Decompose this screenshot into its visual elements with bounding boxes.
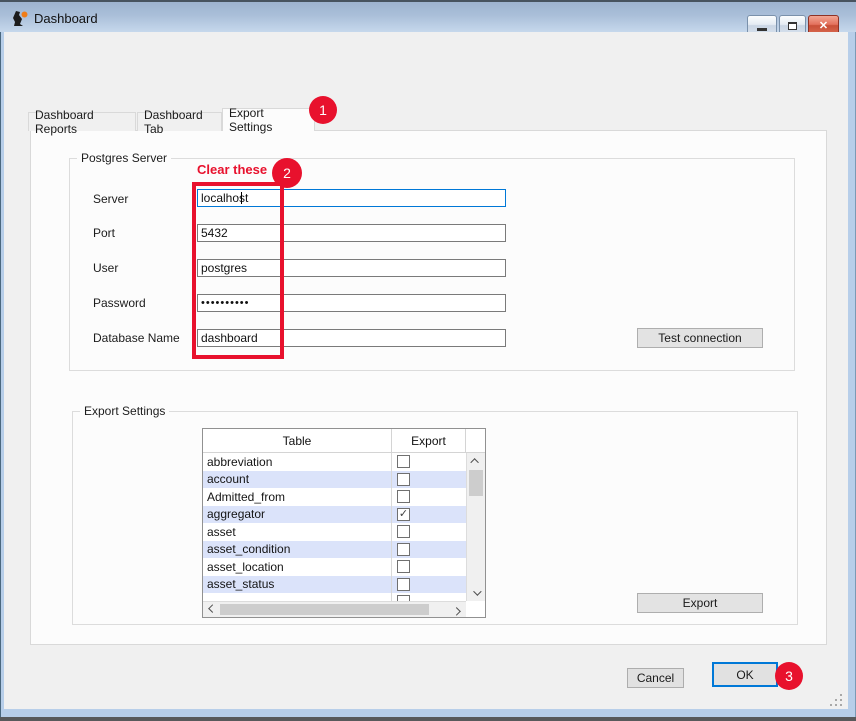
scroll-left-icon[interactable]	[203, 602, 219, 617]
export-checkbox[interactable]	[397, 525, 410, 538]
resize-grip[interactable]	[830, 694, 843, 707]
table-row[interactable]: account	[203, 471, 466, 489]
table-row[interactable]: asset_condition	[203, 541, 466, 559]
export-cell	[392, 576, 466, 594]
export-checkbox[interactable]	[397, 490, 410, 503]
table-name-cell: asset_condition	[203, 541, 392, 559]
cancel-button[interactable]: Cancel	[627, 668, 684, 688]
horizontal-scroll-thumb[interactable]	[220, 604, 429, 615]
table-name-cell: asset	[203, 523, 392, 541]
title-bar[interactable]: Dashboard ✕	[0, 0, 856, 32]
vertical-scroll-thumb[interactable]	[469, 470, 483, 496]
grid-header: Table Export	[203, 429, 485, 453]
scroll-right-icon[interactable]	[450, 602, 466, 617]
export-cell	[392, 453, 466, 471]
window-title: Dashboard	[34, 11, 98, 26]
annotation-step-2: 2	[272, 158, 302, 188]
table-row[interactable]: asset_location	[203, 558, 466, 576]
vertical-scrollbar[interactable]	[466, 453, 485, 601]
table-body: abbreviationaccountAdmitted_fromaggregat…	[203, 453, 466, 601]
tables-grid: Table Export abbreviationaccountAdmitted…	[202, 428, 486, 618]
table-name-cell: Admitted_from	[203, 488, 392, 506]
export-cell	[392, 471, 466, 489]
group-title: Postgres Server	[77, 151, 171, 165]
table-row[interactable]: asset_status	[203, 576, 466, 594]
horizontal-scrollbar[interactable]	[203, 601, 466, 617]
table-name-cell: abbreviation	[203, 453, 392, 471]
export-cell	[392, 541, 466, 559]
window-bottom-edge	[0, 717, 856, 721]
table-name-cell: asset_location	[203, 558, 392, 576]
table-row[interactable]: abbreviation	[203, 453, 466, 471]
column-header-table[interactable]: Table	[203, 429, 392, 452]
export-checkbox[interactable]	[397, 455, 410, 468]
minimize-icon	[757, 28, 767, 31]
table-row[interactable]: asset	[203, 523, 466, 541]
tab-label: Export Settings	[229, 106, 308, 134]
annotation-step-3: 3	[775, 662, 803, 690]
dashboard-dialog: Dashboard ✕ Dashboard Reports Dashboard …	[0, 0, 856, 721]
export-cell	[392, 523, 466, 541]
button-label: OK	[736, 668, 753, 682]
table-row[interactable]: aggregator ✓	[203, 506, 466, 524]
tab-export-settings[interactable]: Export Settings	[222, 108, 315, 131]
tab-label: Dashboard Reports	[35, 108, 129, 136]
button-label: Cancel	[637, 671, 674, 685]
annotation-clear-these: Clear these	[197, 162, 267, 177]
scroll-down-icon[interactable]	[467, 585, 485, 601]
export-cell	[392, 593, 466, 601]
table-name-cell: aggregator	[203, 506, 392, 524]
group-title: Export Settings	[80, 404, 169, 418]
export-checkbox[interactable]	[397, 578, 410, 591]
column-header-export[interactable]: Export	[392, 429, 466, 452]
export-checkbox[interactable]	[397, 543, 410, 556]
ok-button[interactable]: OK	[712, 662, 778, 687]
export-cell: ✓	[392, 506, 466, 524]
tab-dashboard-tab[interactable]: Dashboard Tab	[137, 112, 222, 131]
table-name-cell: account	[203, 471, 392, 489]
export-cell	[392, 488, 466, 506]
export-checkbox[interactable]	[397, 560, 410, 573]
export-checkbox[interactable]: ✓	[397, 508, 410, 521]
close-icon: ✕	[819, 19, 828, 32]
annotation-step-1: 1	[309, 96, 337, 124]
table-row[interactable]: Admitted_from	[203, 488, 466, 506]
text-caret	[241, 192, 242, 204]
table-row[interactable]	[203, 593, 466, 601]
app-icon	[11, 9, 29, 27]
postgres-server-group: Postgres Server	[69, 158, 795, 371]
tab-dashboard-reports[interactable]: Dashboard Reports	[28, 112, 136, 131]
table-name-cell	[203, 593, 392, 601]
tab-label: Dashboard Tab	[144, 108, 215, 136]
restore-icon	[788, 22, 797, 30]
scroll-up-icon[interactable]	[467, 453, 485, 469]
table-name-cell: asset_status	[203, 576, 392, 594]
export-cell	[392, 558, 466, 576]
export-checkbox[interactable]	[397, 473, 410, 486]
